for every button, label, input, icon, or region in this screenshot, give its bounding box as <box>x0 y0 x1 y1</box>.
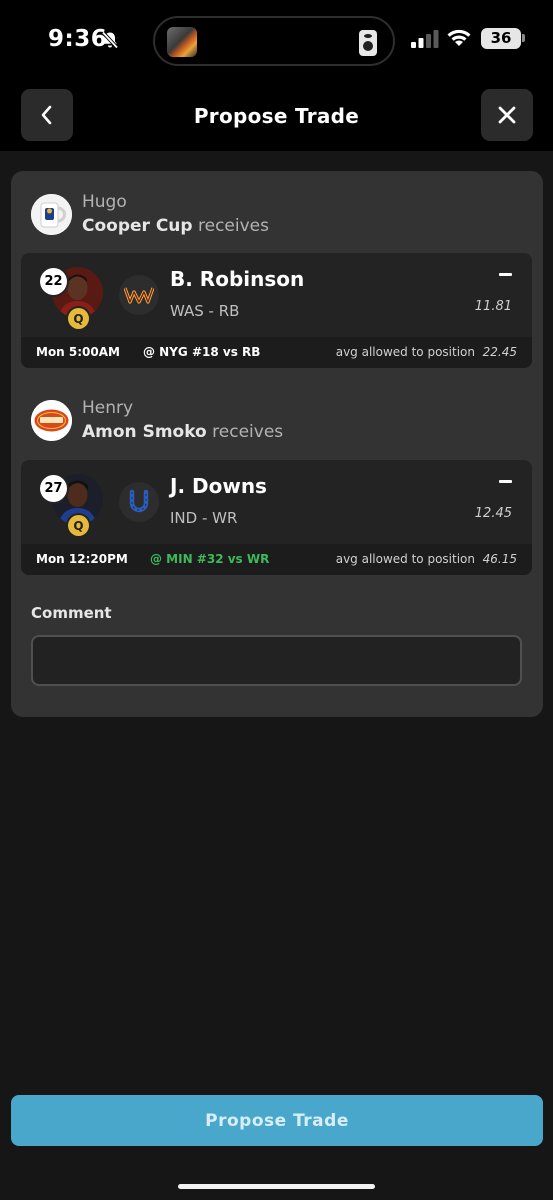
party-receives: Amon Smoko receives <box>82 422 283 442</box>
avg-allowed-value: 46.15 <box>482 552 517 566</box>
party-receives: Cooper Cup receives <box>82 216 269 236</box>
party-team: Cooper Cup <box>82 216 193 236</box>
page-title: Propose Trade <box>193 104 360 128</box>
game-time: Mon 12:20PM <box>36 552 128 566</box>
status-time: 9:36 <box>48 26 108 52</box>
avg-allowed-label: avg allowed to position <box>335 552 475 566</box>
avatar <box>31 194 72 235</box>
dynamic-island[interactable] <box>153 16 395 66</box>
projection-dash <box>499 480 512 483</box>
battery-icon: 36 <box>481 28 521 49</box>
comment-label: Comment <box>31 604 112 622</box>
avg-allowed-value: 22.45 <box>482 345 517 359</box>
player-name[interactable]: J. Downs <box>170 474 267 498</box>
player-card-downs[interactable]: 27 Q J. Downs IND - WR 12.45 Mon 12:20PM… <box>21 460 532 575</box>
status-bar: 9:36 36 <box>0 0 553 80</box>
player-name[interactable]: B. Robinson <box>170 267 304 291</box>
matchup: @ MIN #32 vs WR <box>150 552 270 566</box>
signal-icon <box>411 30 439 48</box>
matchup: @ NYG #18 vs RB <box>143 345 261 359</box>
comment-input[interactable] <box>31 635 522 686</box>
projection-dash <box>499 273 512 276</box>
questionable-badge: Q <box>68 308 89 329</box>
amon-smoko-logo-icon <box>31 400 72 441</box>
nav-header: Propose Trade <box>0 80 553 151</box>
party-owner: Henry <box>82 398 134 418</box>
close-button[interactable] <box>481 89 533 141</box>
avg-allowed-label: avg allowed to position <box>335 345 475 359</box>
player-position: IND - WR <box>170 509 238 527</box>
matchup-row: Mon 5:00AM @ NYG #18 vs RB avg allowed t… <box>21 337 532 368</box>
player-position: WAS - RB <box>170 302 240 320</box>
receives-label: receives <box>212 422 284 442</box>
trade-card: Hugo Cooper Cup receives 22 Q B. Robinso… <box>11 171 543 717</box>
game-time: Mon 5:00AM <box>36 345 120 359</box>
rank-badge: 22 <box>40 268 67 295</box>
close-icon <box>498 106 516 124</box>
commanders-logo-icon <box>119 275 159 315</box>
projected-points: 12.45 <box>474 506 512 521</box>
party-owner: Hugo <box>82 192 127 212</box>
now-playing-artwork <box>167 27 197 57</box>
speaker-icon <box>359 30 377 56</box>
player-card-robinson[interactable]: 22 Q B. Robinson WAS - RB 11.81 Mon 5:00… <box>21 253 532 368</box>
questionable-badge: Q <box>68 515 89 536</box>
rank-badge: 27 <box>40 475 67 502</box>
mug-avatar-icon <box>31 194 72 235</box>
bell-slash-icon <box>101 31 119 49</box>
wifi-icon <box>447 29 471 46</box>
party-team: Amon Smoko <box>82 422 207 442</box>
receives-label: receives <box>198 216 269 236</box>
colts-horseshoe-icon <box>119 482 159 522</box>
avatar <box>31 400 72 441</box>
battery-tip <box>522 34 525 42</box>
propose-trade-button[interactable]: Propose Trade <box>11 1095 543 1146</box>
projected-points: 11.81 <box>474 299 512 314</box>
player-info: 27 Q J. Downs IND - WR 12.45 <box>21 460 532 544</box>
matchup-row: Mon 12:20PM @ MIN #32 vs WR avg allowed … <box>21 544 532 575</box>
home-indicator[interactable] <box>178 1184 375 1189</box>
player-info: 22 Q B. Robinson WAS - RB 11.81 <box>21 253 532 337</box>
